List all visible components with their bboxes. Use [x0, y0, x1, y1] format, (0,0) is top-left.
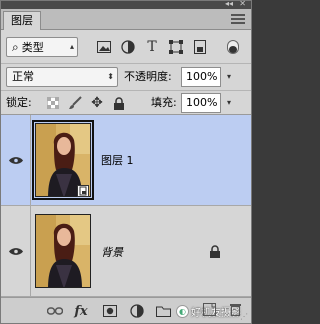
lock-position-move-icon[interactable]: ✥ [89, 95, 105, 111]
link-layers-icon[interactable] [47, 303, 63, 319]
new-layer-icon[interactable] [201, 301, 217, 317]
visibility-eye-icon[interactable] [1, 115, 31, 205]
filter-adjustment-icon[interactable] [120, 39, 136, 55]
lock-image-brush-icon[interactable] [67, 95, 83, 111]
layer-lock-icon [207, 243, 223, 259]
layers-panel: ◂◂ ✕ 图层 ⌕ 类型 ▴ T 正常 ⬍ 不透明度: 100% ▾ 锁定: ✥… [0, 0, 252, 324]
layer-name[interactable]: 图层 1 [101, 152, 134, 168]
blend-mode-value: 正常 [12, 70, 34, 83]
visibility-eye-icon[interactable] [1, 206, 31, 296]
opacity-label: 不透明度: [124, 70, 172, 83]
lock-all-icon[interactable] [111, 95, 127, 111]
tab-layers[interactable]: 图层 [3, 11, 41, 30]
filter-smartobject-icon[interactable] [192, 39, 208, 55]
new-group-folder-icon[interactable] [155, 303, 171, 319]
filter-shape-icon[interactable] [168, 39, 184, 55]
filter-toggle[interactable] [216, 39, 244, 55]
collapse-icon[interactable]: ◂◂ [225, 0, 233, 8]
lock-label: 锁定: [6, 96, 32, 109]
filter-kind-select[interactable]: ⌕ 类型 ▴ [6, 37, 78, 57]
fill-label: 填充: [151, 96, 177, 109]
panel-titlebar: ◂◂ ✕ [1, 0, 251, 9]
opacity-input[interactable]: 100% [181, 67, 221, 87]
add-mask-icon[interactable] [102, 303, 118, 319]
smart-object-badge-icon [77, 185, 89, 197]
layer-row-layer1[interactable]: 图层 1 [1, 115, 251, 206]
chevron-updown-icon: ⬍ [107, 72, 114, 81]
adjustment-layer-icon[interactable] [129, 303, 145, 319]
panel-menu-icon[interactable] [231, 14, 245, 26]
fx-icon[interactable]: fx [73, 303, 89, 319]
filter-type-icon[interactable]: T [144, 39, 160, 55]
tab-bar: 图层 [1, 9, 251, 30]
resize-grip-icon[interactable]: ⋰ [240, 312, 248, 321]
fill-input[interactable]: 100% [181, 93, 221, 113]
lock-transparency-icon[interactable] [45, 95, 61, 111]
filter-kind-label: 类型 [21, 41, 44, 54]
layer-thumbnail [35, 214, 91, 288]
toggle-knob-icon [229, 46, 237, 53]
chevron-updown-icon: ▴ [69, 42, 74, 51]
close-icon[interactable]: ✕ [239, 0, 246, 8]
blend-mode-select[interactable]: 正常 ⬍ [6, 67, 118, 87]
lock-row: 锁定: ✥ 填充: 100% ▾ [1, 90, 251, 114]
opacity-dropdown-icon[interactable]: ▾ [222, 67, 236, 87]
search-icon: ⌕ [12, 40, 19, 54]
fill-dropdown-icon[interactable]: ▾ [222, 93, 236, 113]
blend-row: 正常 ⬍ 不透明度: 100% ▾ [1, 63, 251, 87]
layer-name[interactable]: 背景 [101, 244, 123, 260]
wechat-logo-icon: ◐ [176, 305, 189, 318]
filter-pixel-icon[interactable] [96, 39, 112, 55]
layer-row-background[interactable]: 背景 [1, 206, 251, 297]
layer-list: 图层 1 背景 [1, 114, 251, 297]
filter-row: ⌕ 类型 ▴ T [1, 35, 251, 59]
